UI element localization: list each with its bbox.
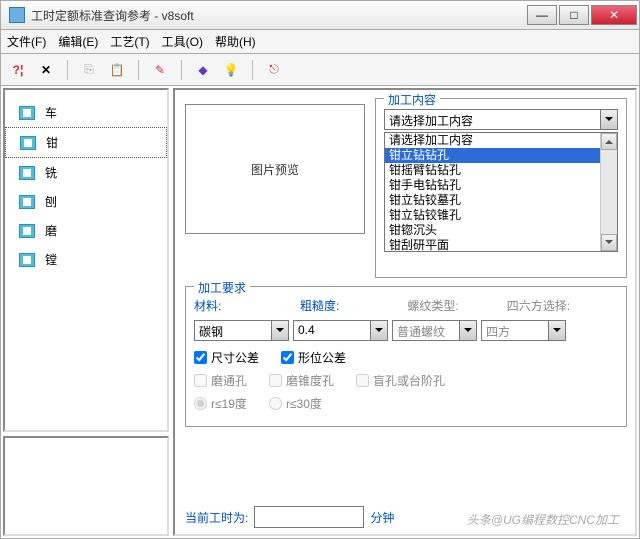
blind-checkbox: 盲孔或台阶孔 xyxy=(356,372,445,389)
book-icon xyxy=(19,166,35,180)
radio-label: r≤19度 xyxy=(211,395,247,412)
book-icon xyxy=(19,224,35,238)
delete-icon[interactable]: ✕ xyxy=(37,61,55,79)
list-item[interactable]: 钳刮研平面 xyxy=(385,238,600,251)
book-icon xyxy=(19,253,35,267)
scroll-up-icon[interactable] xyxy=(601,133,617,150)
nav-planer[interactable]: 刨 xyxy=(5,187,167,216)
combo-value: 请选择加工内容 xyxy=(385,110,600,129)
square-label: 四六方选择: xyxy=(507,297,570,314)
cone-checkbox: 磨锥度孔 xyxy=(269,372,334,389)
book-icon xyxy=(19,195,35,209)
process-combo[interactable]: 请选择加工内容 xyxy=(384,109,618,130)
scroll-down-icon[interactable] xyxy=(601,234,617,251)
nav-label: 磨 xyxy=(45,222,57,239)
menu-tools[interactable]: 工具(O) xyxy=(162,33,203,50)
nav-label: 铣 xyxy=(45,164,57,181)
minimize-button[interactable]: — xyxy=(527,5,557,25)
nav-label: 刨 xyxy=(45,193,57,210)
nav-mill[interactable]: 铣 xyxy=(5,158,167,187)
chevron-down-icon xyxy=(459,321,476,340)
book-icon xyxy=(20,136,36,150)
list-item[interactable]: 请选择加工内容 xyxy=(385,133,600,148)
chevron-down-icon[interactable] xyxy=(370,321,387,340)
watermark: 头条@UG编程数控CNC加工 xyxy=(467,511,619,528)
requirement-group: 加工要求 材料: 粗糙度: 螺纹类型: 四六方选择: 碳钢 0.4 普通螺纹 四… xyxy=(185,286,627,427)
nav-lathe[interactable]: 车 xyxy=(5,98,167,127)
combo-value: 四方 xyxy=(482,321,548,340)
exit-icon[interactable]: ⎋ xyxy=(265,61,283,79)
preview-label: 图片预览 xyxy=(251,161,299,178)
r19-radio: r≤19度 xyxy=(194,395,247,412)
rough-combo[interactable]: 0.4 xyxy=(293,320,388,341)
menu-help[interactable]: 帮助(H) xyxy=(215,33,256,50)
list-item[interactable]: 钳摇臂钻钻孔 xyxy=(385,163,600,178)
scroll-track[interactable] xyxy=(601,150,617,234)
process-listbox[interactable]: 请选择加工内容 钳立钻钻孔 钳摇臂钻钻孔 钳手电钻钻孔 钳立钻铰墓孔 钳立钻铰锥… xyxy=(384,132,618,252)
menubar: 文件(F) 编辑(E) 工艺(T) 工具(O) 帮助(H) xyxy=(0,30,640,54)
maximize-button[interactable]: □ xyxy=(559,5,589,25)
through-checkbox: 磨通孔 xyxy=(194,372,247,389)
square-combo: 四方 xyxy=(481,320,566,341)
list-item[interactable]: 钳立钻钻孔 xyxy=(385,148,600,163)
list-item[interactable]: 钳立钻铰墓孔 xyxy=(385,193,600,208)
thread-combo: 普通螺纹 xyxy=(392,320,477,341)
titlebar: 工时定额标准查询参考 - v8soft — □ ✕ xyxy=(0,0,640,30)
nav-label: 镗 xyxy=(45,251,57,268)
close-button[interactable]: ✕ xyxy=(591,5,637,25)
checkbox-label: 盲孔或台阶孔 xyxy=(373,372,445,389)
process-group: 加工内容 请选择加工内容 请选择加工内容 钳立钻钻孔 钳摇臂钻钻孔 钳手电钻钻孔… xyxy=(375,98,627,278)
chevron-down-icon xyxy=(548,321,565,340)
menu-file[interactable]: 文件(F) xyxy=(7,33,46,50)
process-legend: 加工内容 xyxy=(384,91,440,108)
radio-label: r≤30度 xyxy=(286,395,322,412)
book-icon[interactable]: ◆ xyxy=(194,61,212,79)
combo-value: 0.4 xyxy=(294,321,370,340)
list-item[interactable]: 钳锪沉头 xyxy=(385,223,600,238)
nav-grind[interactable]: 磨 xyxy=(5,216,167,245)
nav-label: 钳 xyxy=(46,134,58,151)
nav-label: 车 xyxy=(45,104,57,121)
paste-icon[interactable]: 📋 xyxy=(108,61,126,79)
nav-list: 车 钳 铣 刨 磨 镗 xyxy=(3,88,169,432)
menu-craft[interactable]: 工艺(T) xyxy=(110,33,149,50)
combo-value: 碳钢 xyxy=(195,321,271,340)
help-icon[interactable]: ?¦ xyxy=(9,61,27,79)
list-item[interactable]: 钳立钻铰锥孔 xyxy=(385,208,600,223)
chevron-down-icon[interactable] xyxy=(600,110,617,129)
chevron-down-icon[interactable] xyxy=(271,321,288,340)
r30-radio: r≤30度 xyxy=(269,395,322,412)
scrollbar[interactable] xyxy=(600,133,617,251)
material-combo[interactable]: 碳钢 xyxy=(194,320,289,341)
nav-bench[interactable]: 钳 xyxy=(5,127,167,158)
shape-tol-checkbox[interactable]: 形位公差 xyxy=(281,349,346,366)
bulb-icon[interactable]: 💡 xyxy=(222,61,240,79)
aux-panel xyxy=(3,436,169,536)
checkbox-label: 形位公差 xyxy=(298,349,346,366)
book-icon xyxy=(19,106,35,120)
checkbox-label: 尺寸公差 xyxy=(211,349,259,366)
app-icon xyxy=(9,7,25,23)
list-item[interactable]: 钳手电钻钻孔 xyxy=(385,178,600,193)
copy-icon[interactable]: ⎘ xyxy=(80,61,98,79)
checkbox-label: 磨通孔 xyxy=(211,372,247,389)
toolbar: ?¦ ✕ ⎘ 📋 ✎ ◆ 💡 ⎋ xyxy=(0,54,640,86)
req-legend: 加工要求 xyxy=(194,279,250,296)
checkbox-label: 磨锥度孔 xyxy=(286,372,334,389)
nav-bore[interactable]: 镗 xyxy=(5,245,167,274)
menu-edit[interactable]: 编辑(E) xyxy=(58,33,98,50)
image-preview: 图片预览 xyxy=(185,104,365,234)
size-tol-checkbox[interactable]: 尺寸公差 xyxy=(194,349,259,366)
wand-icon[interactable]: ✎ xyxy=(151,61,169,79)
minute-label: 分钟 xyxy=(370,509,394,526)
window-title: 工时定额标准查询参考 - v8soft xyxy=(31,7,527,24)
current-time-input[interactable] xyxy=(254,506,364,528)
material-label: 材料: xyxy=(194,297,232,314)
current-label: 当前工时为: xyxy=(185,509,248,526)
combo-value: 普通螺纹 xyxy=(393,321,459,340)
rough-label: 粗糙度: xyxy=(300,297,339,314)
thread-label: 螺纹类型: xyxy=(407,297,458,314)
